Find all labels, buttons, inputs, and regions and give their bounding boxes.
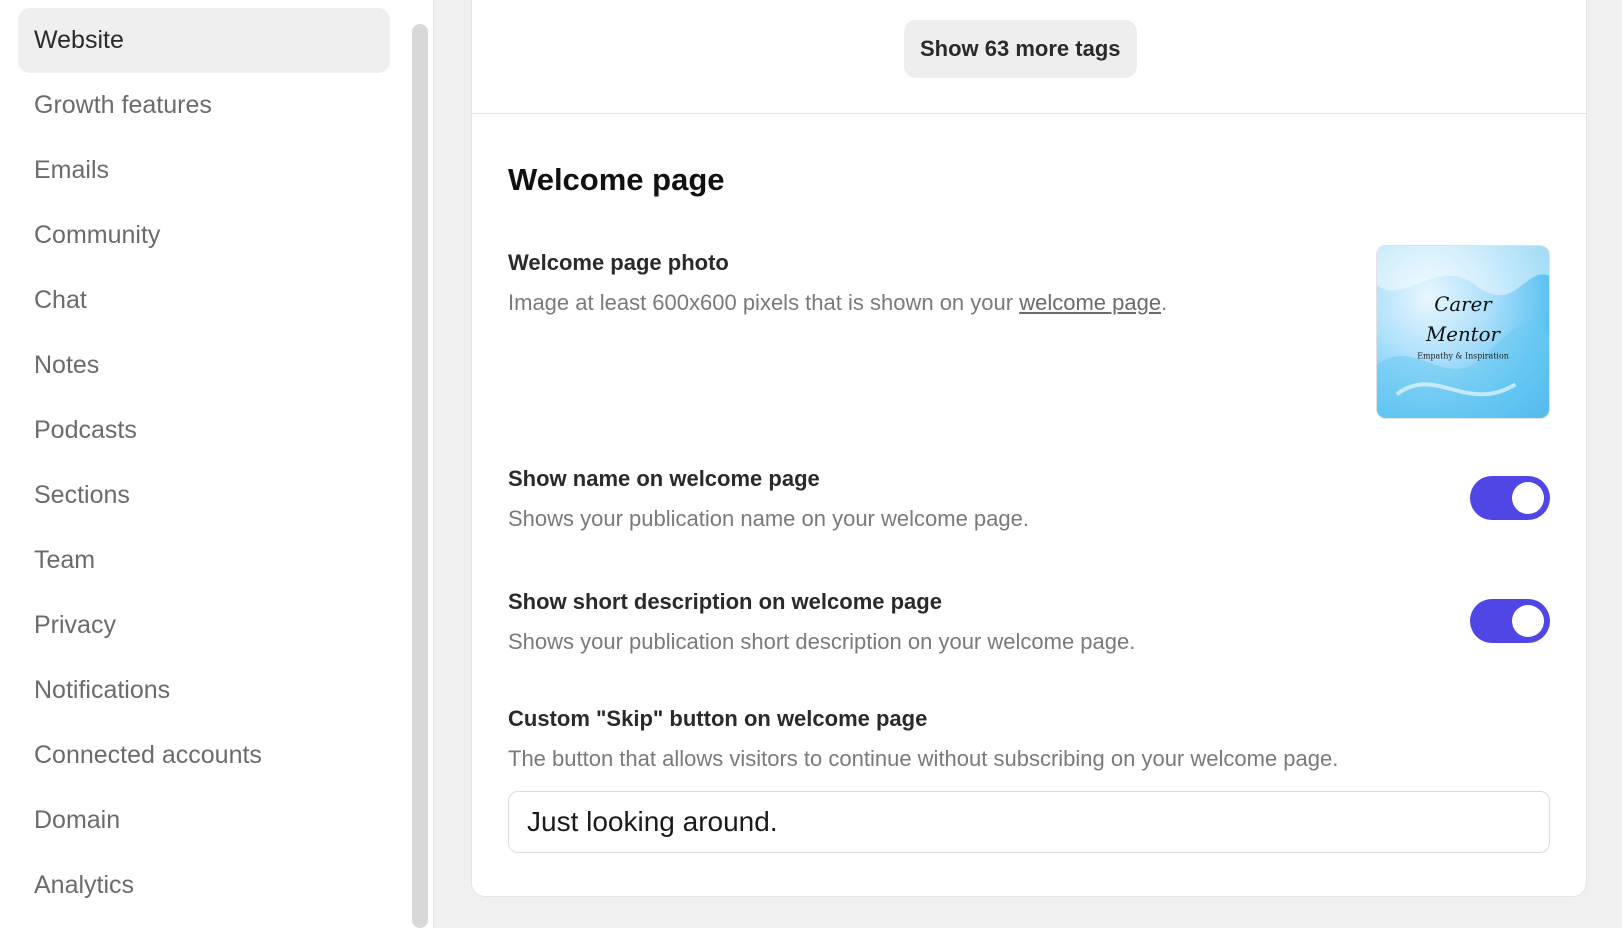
sidebar-item-community[interactable]: Community	[18, 203, 390, 268]
skip-button-description: The button that allows visitors to conti…	[508, 746, 1339, 771]
sidebar-item-website[interactable]: Website	[18, 8, 390, 73]
tags-section: Show 63 more tags	[472, 0, 1586, 114]
toggle-knob	[1512, 605, 1544, 637]
settings-sidebar: Website Growth features Emails Community…	[0, 0, 434, 928]
thumb-title-line2: Mentor	[1425, 323, 1502, 346]
skip-button-text-input[interactable]	[508, 791, 1550, 853]
sidebar-item-chat[interactable]: Chat	[18, 268, 390, 333]
sidebar-item-connected-accounts[interactable]: Connected accounts	[18, 723, 390, 788]
sidebar-item-notifications[interactable]: Notifications	[18, 658, 390, 723]
show-name-toggle[interactable]	[1470, 476, 1550, 520]
show-more-tags-button[interactable]: Show 63 more tags	[904, 20, 1137, 78]
sidebar-item-sections[interactable]: Sections	[18, 463, 390, 528]
sidebar-item-domain[interactable]: Domain	[18, 788, 390, 853]
toggle-knob	[1512, 482, 1544, 514]
welcome-photo-desc-suffix: .	[1161, 290, 1168, 315]
thumb-title-line1: Carer	[1434, 293, 1493, 316]
show-description-label: Show short description on welcome page	[508, 589, 942, 614]
sidebar-item-podcasts[interactable]: Podcasts	[18, 398, 390, 463]
show-name-label: Show name on welcome page	[508, 466, 820, 491]
welcome-photo-thumbnail[interactable]: Carer Mentor Empathy & Inspiration	[1376, 245, 1550, 419]
thumb-tagline: Empathy & Inspiration	[1417, 352, 1509, 361]
welcome-photo-desc-text: Image at least 600x600 pixels that is sh…	[508, 290, 1020, 315]
show-description-row: Show short description on welcome page S…	[508, 589, 1550, 655]
sidebar-item-notes[interactable]: Notes	[18, 333, 390, 398]
sidebar-scrollbar[interactable]	[412, 24, 428, 928]
sidebar-item-emails[interactable]: Emails	[18, 138, 390, 203]
sidebar-nav-list: Website Growth features Emails Community…	[18, 8, 390, 918]
welcome-photo-image: Carer Mentor Empathy & Inspiration	[1377, 246, 1549, 418]
sidebar-item-growth-features[interactable]: Growth features	[18, 73, 390, 138]
show-name-row: Show name on welcome page Shows your pub…	[508, 466, 1550, 532]
show-description-toggle[interactable]	[1470, 599, 1550, 643]
show-name-description: Shows your publication name on your welc…	[508, 506, 1029, 531]
sidebar-item-analytics[interactable]: Analytics	[18, 853, 390, 918]
skip-button-label: Custom "Skip" button on welcome page	[508, 706, 928, 731]
sidebar-item-team[interactable]: Team	[18, 528, 390, 593]
settings-panel: Show 63 more tags Welcome page Welcome p…	[471, 0, 1587, 897]
settings-app: Website Growth features Emails Community…	[0, 0, 1622, 928]
sidebar-item-privacy[interactable]: Privacy	[18, 593, 390, 658]
show-description-description: Shows your publication short description…	[508, 629, 1136, 654]
welcome-page-heading: Welcome page	[508, 162, 725, 197]
skip-button-row: Custom "Skip" button on welcome page The…	[508, 706, 1550, 772]
welcome-page-link[interactable]: welcome page	[1019, 290, 1161, 315]
